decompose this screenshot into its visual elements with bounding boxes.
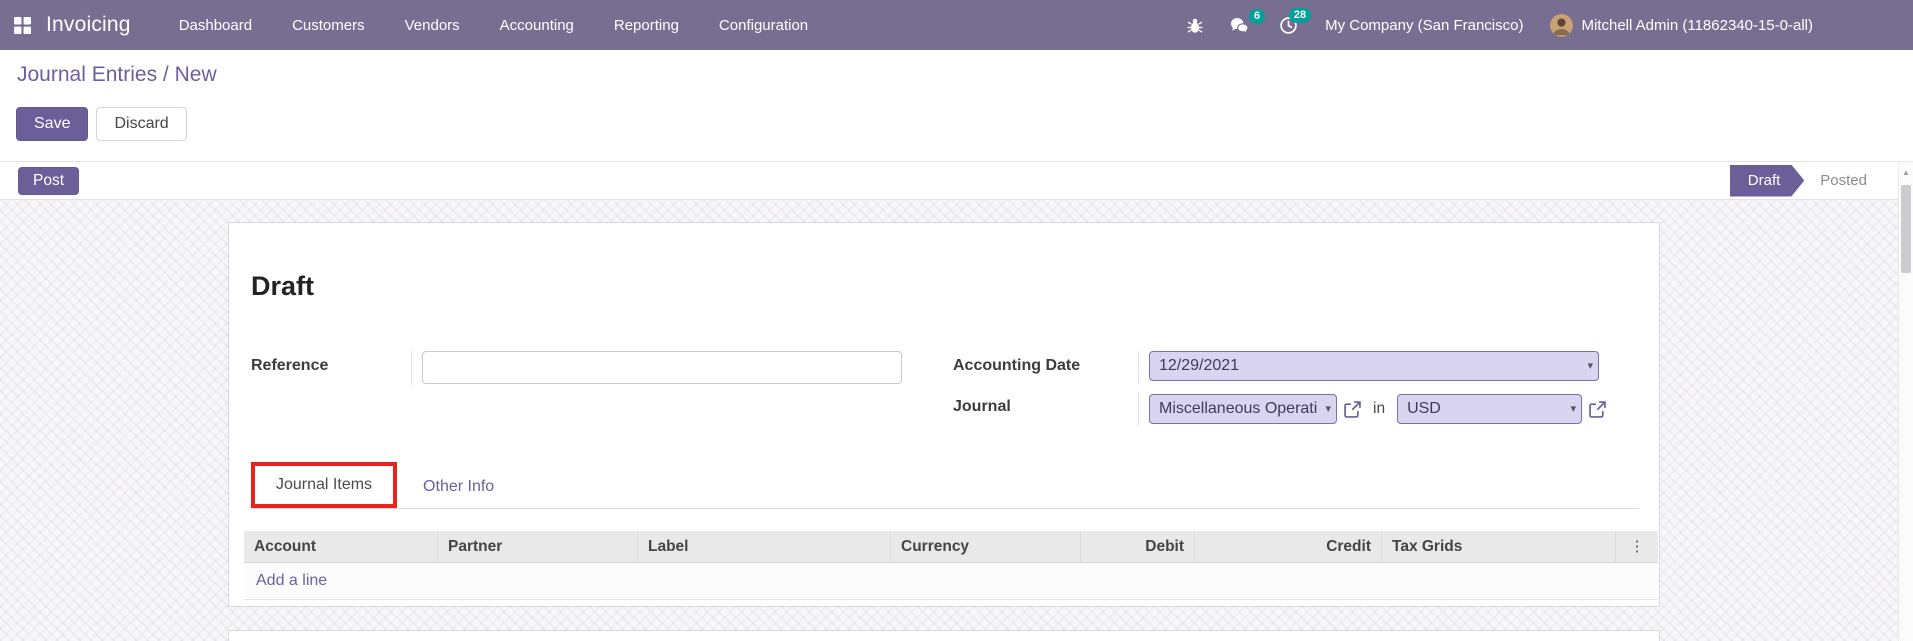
status-draft[interactable]: Draft bbox=[1730, 165, 1805, 197]
messages-icon[interactable]: 6 bbox=[1230, 8, 1266, 34]
scroll-up-icon[interactable]: ▲ bbox=[1899, 162, 1913, 177]
column-header-label[interactable]: Label bbox=[638, 530, 891, 563]
accounting-date-value: 12/29/2021 bbox=[1159, 357, 1240, 374]
notebook-tabs: Journal Items Other Info bbox=[251, 462, 1639, 509]
breadcrumb-journal-entries[interactable]: Journal Entries bbox=[17, 63, 157, 86]
post-button[interactable]: Post bbox=[18, 166, 80, 195]
table-add-row: Add a line bbox=[244, 563, 1658, 600]
breadcrumb-new: New bbox=[174, 63, 217, 86]
table-header-row: Account Partner Label Currency Debit Cre… bbox=[244, 530, 1658, 563]
control-panel: Journal Entries / New Save Discard bbox=[0, 50, 1913, 162]
activities-badge: 28 bbox=[1288, 7, 1312, 23]
vertical-scrollbar[interactable]: ▲ bbox=[1898, 162, 1913, 641]
caret-down-icon: ▾ bbox=[1587, 360, 1593, 372]
external-link-icon[interactable] bbox=[1589, 400, 1606, 418]
menu-reporting[interactable]: Reporting bbox=[614, 17, 679, 34]
journal-field[interactable]: Miscellaneous Operati ▾ bbox=[1149, 394, 1337, 424]
menu-dashboard[interactable]: Dashboard bbox=[179, 17, 252, 34]
column-header-credit[interactable]: Credit bbox=[1195, 530, 1382, 563]
form-statusbar: Post Draft Posted bbox=[0, 162, 1913, 200]
scrollbar-thumb[interactable] bbox=[1901, 185, 1911, 273]
navbar-systray: 6 28 My Company (San Francisco) Mitchell… bbox=[1187, 7, 1913, 37]
messages-badge: 6 bbox=[1248, 8, 1266, 24]
column-header-debit[interactable]: Debit bbox=[1081, 530, 1195, 563]
journal-items-table: Account Partner Label Currency Debit Cre… bbox=[244, 530, 1658, 600]
currency-value: USD bbox=[1407, 400, 1441, 417]
apps-grid-icon[interactable] bbox=[14, 16, 31, 34]
main-menu: Dashboard Customers Vendors Accounting R… bbox=[179, 17, 808, 34]
user-avatar-image bbox=[1550, 13, 1574, 37]
save-button[interactable]: Save bbox=[16, 107, 89, 141]
caret-down-icon: ▾ bbox=[1325, 403, 1331, 415]
debug-bug-icon[interactable] bbox=[1187, 17, 1203, 34]
add-line-link[interactable]: Add a line bbox=[256, 572, 327, 590]
accounting-date-label: Accounting Date bbox=[953, 357, 1081, 374]
discard-button[interactable]: Discard bbox=[96, 107, 187, 141]
breadcrumb-separator: / bbox=[157, 63, 175, 86]
form-fields: Reference Accounting Date 12/29/2021 ▾ J… bbox=[251, 351, 1606, 426]
control-panel-buttons: Save Discard bbox=[16, 107, 187, 141]
reference-label: Reference bbox=[251, 357, 329, 374]
annotation-highlight-box: Journal Items bbox=[251, 462, 398, 508]
breadcrumb: Journal Entries / New bbox=[17, 63, 217, 87]
menu-accounting[interactable]: Accounting bbox=[500, 17, 574, 34]
accounting-date-field[interactable]: 12/29/2021 ▾ bbox=[1149, 351, 1599, 381]
caret-down-icon: ▾ bbox=[1570, 403, 1577, 415]
status-posted[interactable]: Posted bbox=[1804, 172, 1883, 189]
app-brand[interactable]: Invoicing bbox=[46, 13, 131, 37]
company-switcher[interactable]: My Company (San Francisco) bbox=[1325, 17, 1523, 34]
currency-field[interactable]: USD ▾ bbox=[1397, 394, 1583, 424]
column-header-partner[interactable]: Partner bbox=[438, 530, 638, 563]
menu-customers[interactable]: Customers bbox=[292, 17, 365, 34]
right-field-group: Accounting Date 12/29/2021 ▾ Journal Mis… bbox=[953, 351, 1606, 426]
column-header-tax-grids[interactable]: Tax Grids bbox=[1382, 530, 1616, 563]
column-header-currency[interactable]: Currency bbox=[891, 530, 1081, 563]
user-name: Mitchell Admin (11862340-15-0-all) bbox=[1581, 16, 1813, 34]
tab-journal-items[interactable]: Journal Items bbox=[255, 466, 393, 504]
column-options-icon[interactable]: ⋮ bbox=[1616, 531, 1658, 563]
record-title: Draft bbox=[251, 271, 315, 301]
journal-value: Miscellaneous Operati bbox=[1159, 400, 1318, 417]
journal-label: Journal bbox=[953, 398, 1011, 415]
menu-configuration[interactable]: Configuration bbox=[719, 17, 808, 34]
top-navbar: Invoicing Dashboard Customers Vendors Ac… bbox=[0, 0, 1913, 50]
menu-vendors[interactable]: Vendors bbox=[405, 17, 460, 34]
user-menu[interactable]: Mitchell Admin (11862340-15-0-all) bbox=[1550, 13, 1813, 37]
column-header-account[interactable]: Account bbox=[244, 530, 438, 563]
form-view-background: Draft Reference Accounting Date 12/29/20… bbox=[0, 200, 1913, 641]
invoicing-app-window: Invoicing Dashboard Customers Vendors Ac… bbox=[0, 0, 1913, 641]
chatter-card bbox=[228, 630, 1660, 641]
activities-clock-icon[interactable]: 28 bbox=[1279, 7, 1312, 35]
in-label: in bbox=[1373, 400, 1386, 417]
tab-other-info[interactable]: Other Info bbox=[411, 466, 506, 508]
status-stepper: Draft Posted bbox=[1730, 165, 1883, 197]
form-sheet: Draft Reference Accounting Date 12/29/20… bbox=[228, 222, 1660, 607]
external-link-icon[interactable] bbox=[1344, 400, 1361, 418]
left-field-group: Reference bbox=[251, 351, 902, 385]
reference-input[interactable] bbox=[422, 351, 902, 384]
